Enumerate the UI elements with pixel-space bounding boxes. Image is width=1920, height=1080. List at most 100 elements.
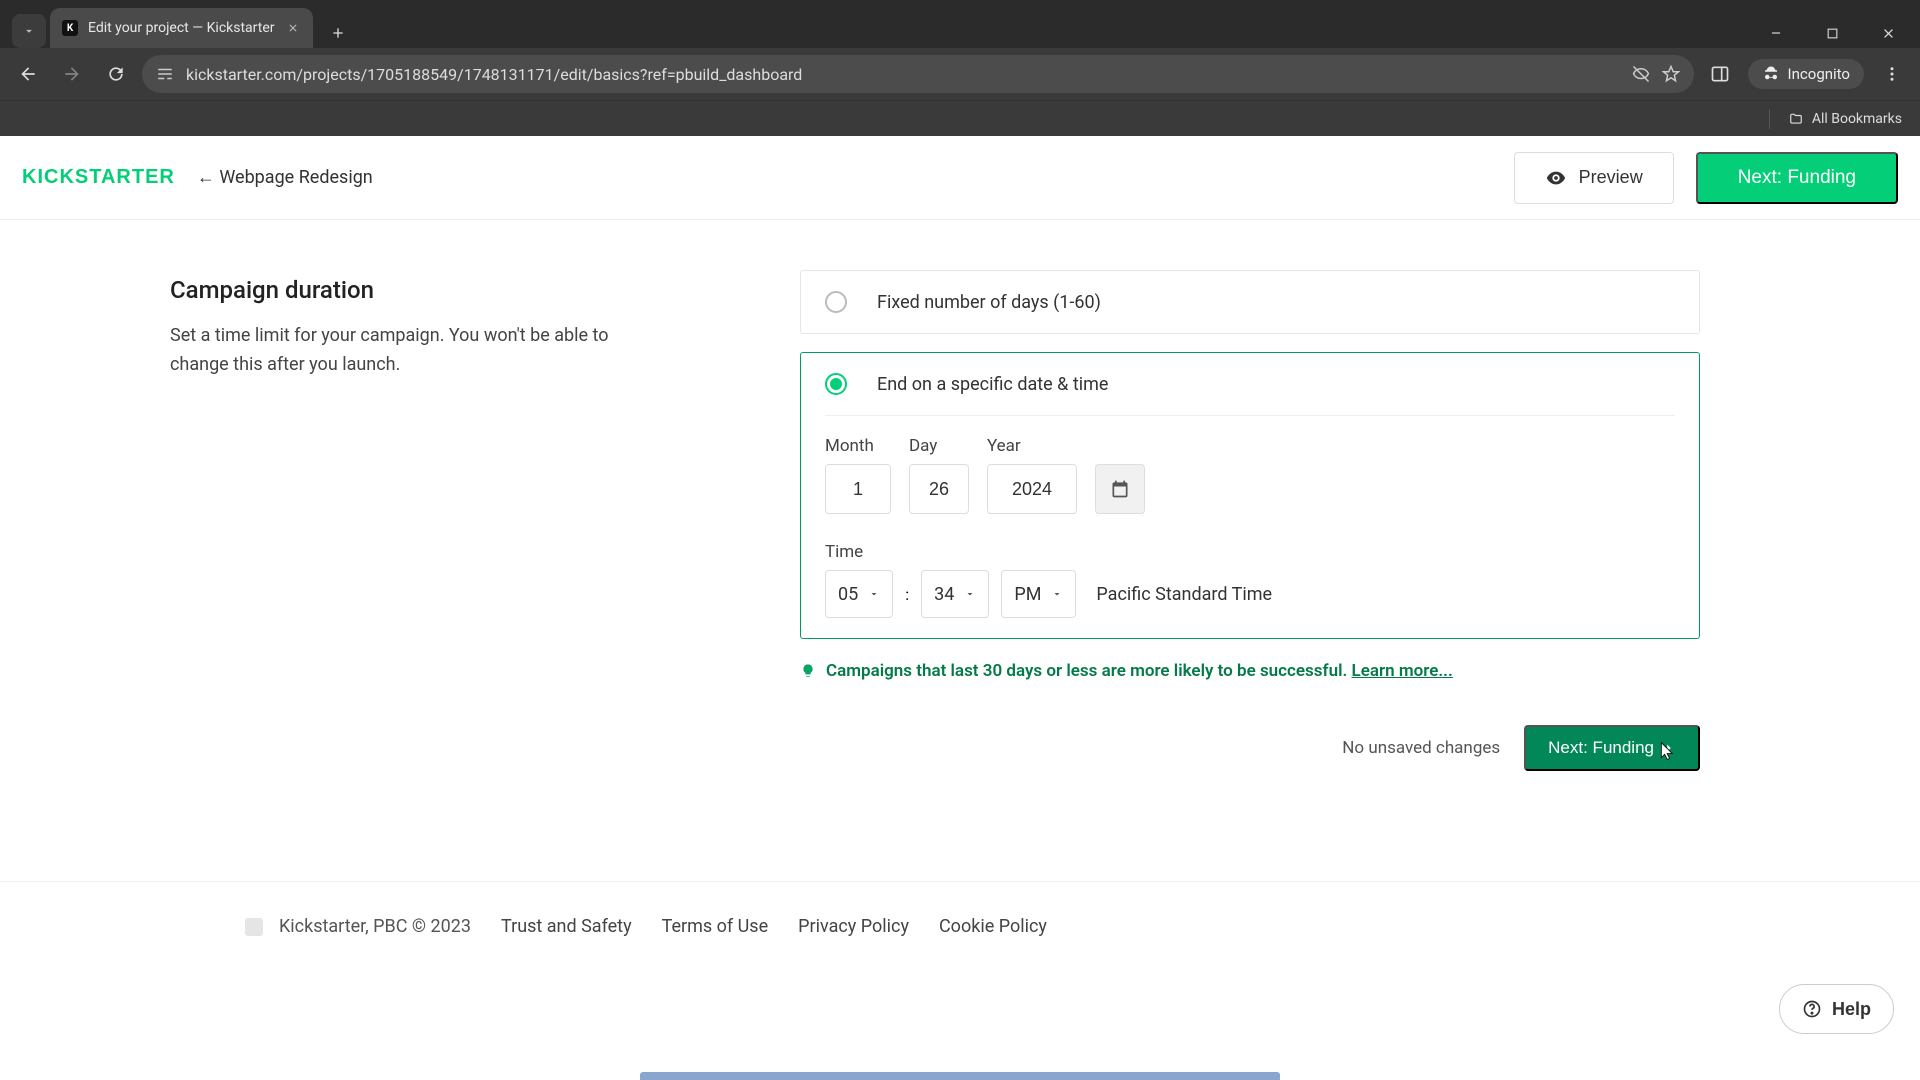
option-specific-label: End on a specific date & time	[877, 374, 1108, 395]
preview-button[interactable]: Preview	[1514, 152, 1674, 204]
hour-value: 05	[838, 584, 858, 605]
forward-button[interactable]	[54, 56, 90, 92]
page-body: Campaign duration Set a time limit for y…	[0, 220, 1920, 801]
caret-down-icon	[964, 588, 976, 600]
bookmark-star-icon[interactable]	[1662, 65, 1680, 83]
help-button[interactable]: Help	[1779, 984, 1894, 1034]
tip-row: Campaigns that last 30 days or less are …	[800, 661, 1700, 681]
address-bar[interactable]: kickstarter.com/projects/1705188549/1748…	[142, 55, 1694, 93]
next-funding-button-bottom[interactable]: Next: Funding	[1524, 725, 1700, 771]
time-label: Time	[825, 542, 1675, 562]
url-text: kickstarter.com/projects/1705188549/1748…	[186, 65, 802, 84]
maximize-button[interactable]	[1814, 18, 1850, 48]
breadcrumb[interactable]: ← Webpage Redesign	[197, 167, 373, 188]
toolbar: kickstarter.com/projects/1705188549/1748…	[0, 48, 1920, 100]
calendar-icon	[1110, 479, 1130, 499]
incognito-icon	[1762, 65, 1780, 83]
lightbulb-icon	[800, 663, 816, 679]
site-settings-icon[interactable]	[156, 65, 174, 83]
tip-link[interactable]: Learn more...	[1352, 661, 1453, 681]
kickstarter-logo[interactable]: KICKSTARTER	[22, 166, 175, 189]
minimize-icon	[1769, 26, 1783, 40]
section-subtitle: Set a time limit for your campaign. You …	[170, 322, 640, 380]
section-intro: Campaign duration Set a time limit for y…	[170, 270, 640, 771]
tip-text: Campaigns that last 30 days or less are …	[826, 661, 1352, 681]
next-label: Next: Funding	[1738, 167, 1856, 189]
help-label: Help	[1832, 999, 1871, 1020]
arrow-right-icon	[62, 64, 82, 84]
calendar-button[interactable]	[1095, 464, 1145, 514]
minute-value: 34	[934, 584, 954, 605]
chrome-menu-button[interactable]	[1874, 56, 1910, 92]
close-icon	[287, 22, 299, 34]
month-label: Month	[825, 436, 891, 456]
back-button[interactable]	[10, 56, 46, 92]
favicon-icon: K	[62, 20, 78, 36]
footer-link-privacy[interactable]: Privacy Policy	[798, 916, 909, 937]
radio-specific[interactable]	[825, 373, 847, 395]
year-input[interactable]	[987, 464, 1077, 514]
ampm-select[interactable]: PM	[1001, 570, 1076, 618]
footer-link-cookie[interactable]: Cookie Policy	[939, 916, 1047, 937]
ampm-value: PM	[1014, 584, 1041, 605]
time-block: Time 05 : 34 PM	[825, 542, 1675, 618]
plus-icon	[330, 25, 346, 41]
option-fixed-card[interactable]: Fixed number of days (1-60)	[800, 270, 1700, 334]
bottom-accent-strip	[640, 1072, 1280, 1080]
close-tab-button[interactable]	[285, 20, 301, 36]
next2-label: Next: Funding	[1548, 738, 1654, 758]
caret-down-icon	[868, 588, 880, 600]
footer-link-terms[interactable]: Terms of Use	[662, 916, 769, 937]
browser-tab[interactable]: K Edit your project — Kickstarter	[50, 8, 313, 48]
caret-down-icon	[1051, 588, 1063, 600]
app-root: KICKSTARTER ← Webpage Redesign Preview N…	[0, 136, 1920, 937]
bottom-bar: No unsaved changes Next: Funding	[800, 725, 1700, 771]
chevron-down-icon	[22, 24, 36, 38]
year-label: Year	[987, 436, 1077, 456]
preview-label: Preview	[1579, 167, 1643, 188]
new-tab-button[interactable]	[323, 18, 353, 48]
eye-off-icon[interactable]	[1632, 65, 1650, 83]
timezone-text: Pacific Standard Time	[1096, 584, 1272, 605]
side-panel-button[interactable]	[1702, 56, 1738, 92]
app-header: KICKSTARTER ← Webpage Redesign Preview N…	[0, 136, 1920, 220]
next-funding-button[interactable]: Next: Funding	[1696, 152, 1898, 204]
unsaved-label: No unsaved changes	[1342, 738, 1500, 758]
close-icon	[1881, 26, 1896, 41]
minimize-button[interactable]	[1758, 18, 1794, 48]
maximize-icon	[1826, 27, 1839, 40]
folder-icon	[1788, 112, 1804, 126]
close-window-button[interactable]	[1870, 18, 1906, 48]
option-specific-card[interactable]: End on a specific date & time Month Day …	[800, 352, 1700, 639]
footer-copyright: Kickstarter, PBC © 2023	[279, 916, 471, 937]
footer: Kickstarter, PBC © 2023 Trust and Safety…	[0, 882, 1920, 937]
hour-select[interactable]: 05	[825, 570, 893, 618]
option-fixed-label: Fixed number of days (1-60)	[877, 292, 1101, 313]
arrow-left-icon	[18, 64, 38, 84]
reload-button[interactable]	[98, 56, 134, 92]
incognito-badge[interactable]: Incognito	[1748, 59, 1864, 89]
section-title: Campaign duration	[170, 276, 640, 304]
all-bookmarks-link[interactable]: All Bookmarks	[1812, 111, 1902, 127]
chevron-right-icon	[1662, 741, 1676, 755]
reload-icon	[106, 64, 126, 84]
tab-search-button[interactable]	[12, 14, 46, 48]
day-input[interactable]	[909, 464, 969, 514]
browser-chrome: K Edit your project — Kickstarter kickst…	[0, 0, 1920, 136]
radio-fixed[interactable]	[825, 291, 847, 313]
footer-logo-square	[245, 918, 263, 936]
footer-link-trust[interactable]: Trust and Safety	[501, 916, 632, 937]
eye-icon	[1545, 167, 1567, 189]
time-colon: :	[905, 585, 909, 604]
date-block: Month Day Year	[825, 415, 1675, 514]
tab-strip: K Edit your project — Kickstarter	[0, 0, 1920, 48]
tab-title: Edit your project — Kickstarter	[88, 20, 275, 36]
month-input[interactable]	[825, 464, 891, 514]
kebab-icon	[1883, 65, 1901, 83]
help-icon	[1802, 999, 1822, 1019]
minute-select[interactable]: 34	[921, 570, 989, 618]
duration-form: Fixed number of days (1-60) End on a spe…	[800, 270, 1700, 771]
incognito-label: Incognito	[1788, 65, 1850, 83]
bookmark-bar: All Bookmarks	[0, 100, 1920, 136]
day-label: Day	[909, 436, 969, 456]
